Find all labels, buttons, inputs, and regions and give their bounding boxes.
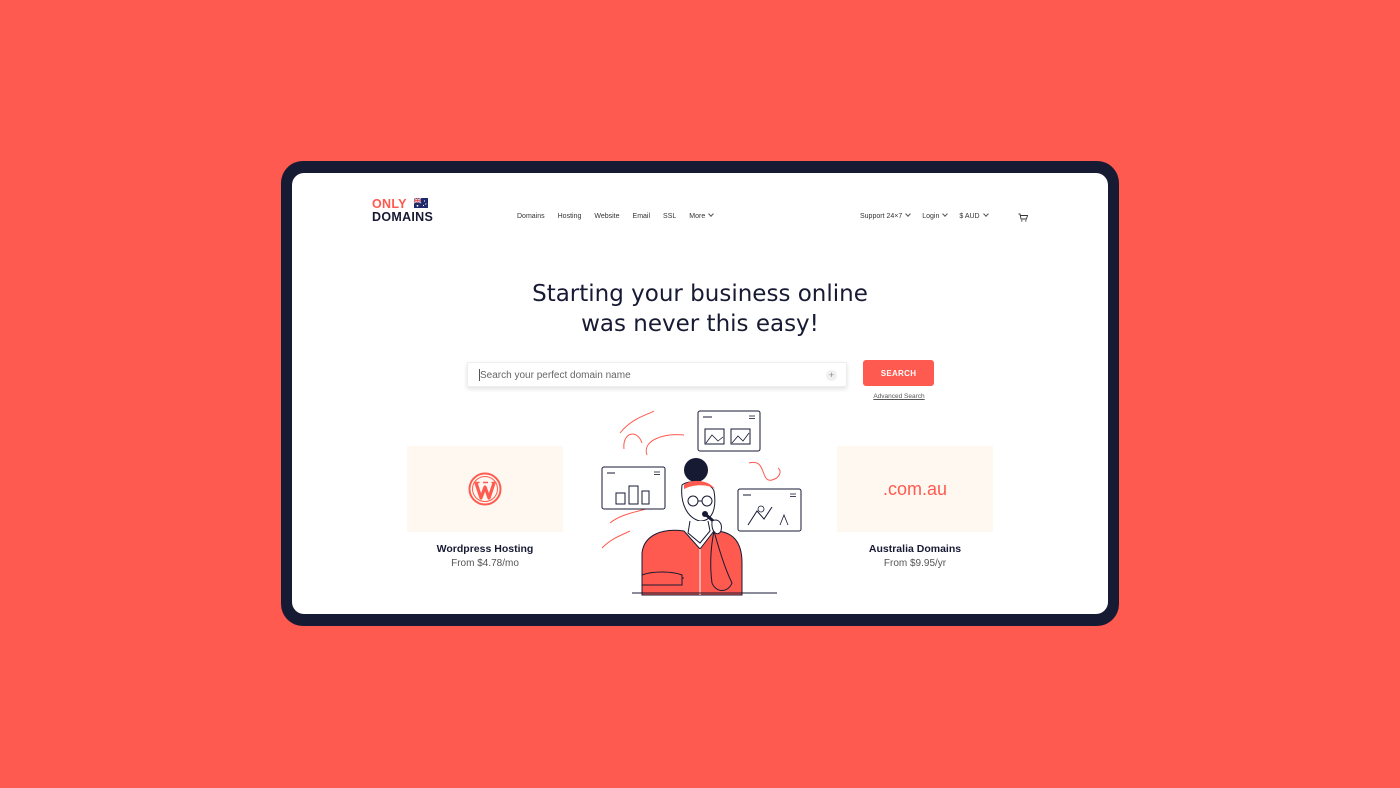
hero-illustration <box>601 410 802 596</box>
wordpress-hosting-card[interactable] <box>407 446 563 532</box>
utility-nav: Support 24×7 Login $ AUD <box>860 211 989 220</box>
device-frame: ONLY DOMAINS Domains Hosting Website Ema… <box>281 161 1119 626</box>
login-menu[interactable]: Login <box>922 211 949 220</box>
nav-website[interactable]: Website <box>594 213 619 220</box>
nav-more[interactable]: More <box>689 211 715 220</box>
hero-headline: Starting your business online was never … <box>292 279 1108 339</box>
wordpress-icon <box>468 472 502 506</box>
advanced-search-link[interactable]: Advanced Search <box>870 393 928 400</box>
hero-line-2: was never this easy! <box>581 311 819 337</box>
plus-icon[interactable]: + <box>826 370 837 381</box>
domain-search-input[interactable] <box>480 366 810 384</box>
site-logo[interactable]: ONLY DOMAINS <box>372 195 452 225</box>
card-price: From $9.95/yr <box>883 558 947 569</box>
chevron-down-icon <box>982 211 989 217</box>
currency-label: $ AUD <box>959 213 980 220</box>
chevron-down-icon <box>708 211 715 217</box>
australia-domains-card[interactable]: .com.au <box>837 446 993 532</box>
nav-hosting[interactable]: Hosting <box>558 213 582 220</box>
nav-more-label: More <box>689 213 706 220</box>
logo-line-1: ONLY <box>372 197 407 211</box>
support-label: Support 24×7 <box>860 213 903 220</box>
tld-label: .com.au <box>882 479 948 499</box>
domain-search-box: + <box>467 362 847 387</box>
cart-icon[interactable] <box>1018 213 1028 222</box>
chevron-down-icon <box>905 211 912 217</box>
search-button[interactable]: SEARCH <box>863 360 934 386</box>
nav-domains[interactable]: Domains <box>517 213 545 220</box>
logo-line-2: DOMAINS <box>372 210 434 224</box>
website-screen: ONLY DOMAINS Domains Hosting Website Ema… <box>292 173 1108 614</box>
nav-ssl[interactable]: SSL <box>663 213 676 220</box>
chevron-down-icon <box>942 211 949 217</box>
card-price: From $4.78/mo <box>451 558 519 569</box>
hero-line-1: Starting your business online <box>532 281 868 307</box>
login-label: Login <box>922 213 940 220</box>
australia-flag-icon <box>414 198 428 208</box>
card-title: Wordpress Hosting <box>436 543 534 555</box>
nav-email[interactable]: Email <box>633 213 651 220</box>
currency-menu[interactable]: $ AUD <box>959 211 989 220</box>
card-title: Australia Domains <box>868 543 962 555</box>
main-nav: Domains Hosting Website Email SSL More <box>517 211 715 220</box>
support-menu[interactable]: Support 24×7 <box>860 211 912 220</box>
